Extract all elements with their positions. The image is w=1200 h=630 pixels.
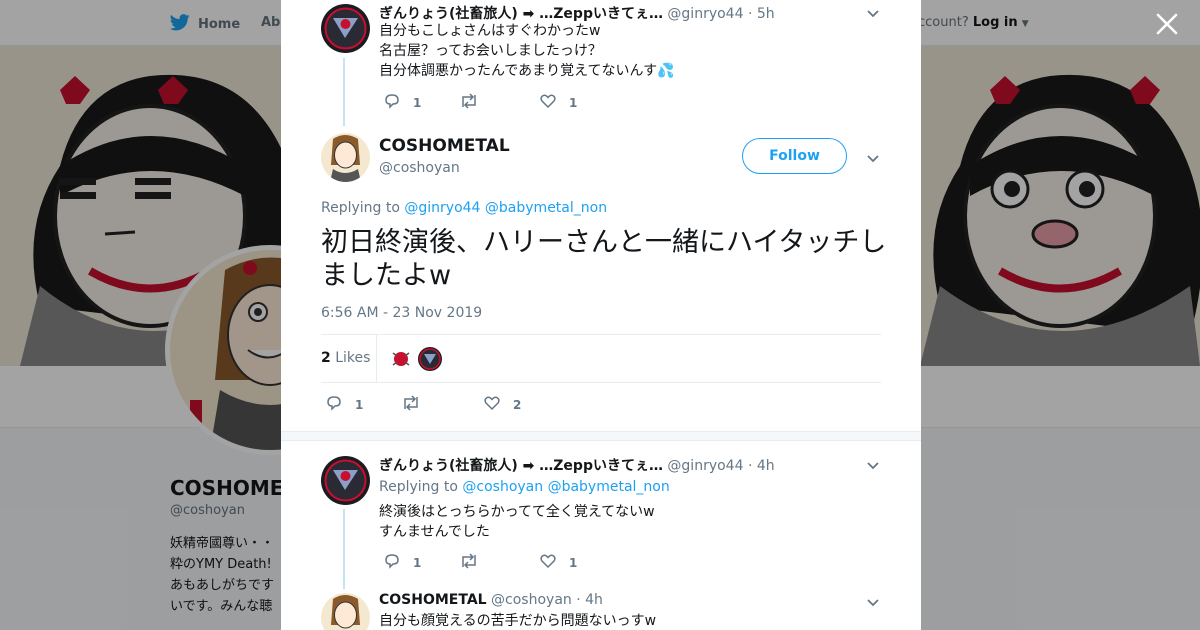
tweet-text: 自分もこしょさんはすぐわかったw 名古屋？ってお会いしましたっけ？ 自分体調悪か… bbox=[379, 23, 675, 79]
author-name[interactable]: COSHOMETAL bbox=[379, 592, 487, 608]
tweet-header: COSHOMETAL @coshoyan · 4h bbox=[379, 592, 603, 608]
heart-icon bbox=[539, 552, 557, 573]
like-button[interactable]: 1 bbox=[539, 552, 577, 573]
heart-icon bbox=[539, 92, 557, 113]
section-divider bbox=[281, 431, 921, 441]
likes-count[interactable]: 2 Likes bbox=[321, 350, 370, 366]
reply-button[interactable]: 1 bbox=[383, 552, 421, 573]
author-name[interactable]: ぎんりょう(社畜旅人) ➡ …Zeppいきてぇ… bbox=[379, 458, 663, 474]
tweet-time[interactable]: · 5h bbox=[748, 6, 775, 22]
mention-link[interactable]: @ginryo44 bbox=[404, 200, 480, 216]
chevron-down-icon[interactable] bbox=[866, 594, 880, 608]
reply-icon bbox=[383, 92, 401, 113]
tweet-actions: 1 1 bbox=[379, 552, 639, 572]
divider bbox=[376, 335, 377, 383]
avatar[interactable] bbox=[321, 4, 370, 53]
replying-to: Replying to @ginryo44 @babymetal_non bbox=[321, 200, 608, 216]
retweet-icon bbox=[401, 394, 421, 415]
chevron-down-icon[interactable] bbox=[866, 5, 880, 19]
mention-link[interactable]: @coshoyan bbox=[462, 479, 543, 495]
retweet-button[interactable] bbox=[459, 92, 491, 113]
tweet-text: 自分も顔覚えるの苦手だから問題ないっすw bbox=[379, 613, 657, 629]
tweet-text: 終演後はとっちらかってて全く覚えてないw すんませんでした bbox=[379, 504, 655, 540]
reply-icon bbox=[383, 552, 401, 573]
tweet-header: ぎんりょう(社畜旅人) ➡ …Zeppいきてぇ… @ginryo44 · 5h bbox=[379, 3, 775, 23]
author-name[interactable]: COSHOMETAL bbox=[379, 136, 510, 156]
author-handle[interactable]: @coshoyan bbox=[379, 160, 460, 176]
retweet-button[interactable] bbox=[401, 394, 433, 415]
author-name[interactable]: ぎんりょう(社畜旅人) ➡ …Zeppいきてぇ… bbox=[379, 6, 663, 22]
tweet-modal: ぎんりょう(社畜旅人) ➡ …Zeppいきてぇ… @ginryo44 · 5h … bbox=[281, 0, 921, 630]
author-handle[interactable]: @ginryo44 bbox=[667, 458, 743, 474]
avatar[interactable] bbox=[321, 133, 370, 182]
mention-link[interactable]: @babymetal_non bbox=[485, 200, 607, 216]
tweet-timestamp[interactable]: 6:56 AM - 23 Nov 2019 bbox=[321, 305, 482, 321]
tweet-time[interactable]: · 4h bbox=[748, 458, 775, 474]
avatar[interactable] bbox=[321, 456, 370, 505]
tweet-actions: 1 2 bbox=[321, 394, 581, 414]
thread-line bbox=[343, 509, 345, 589]
reply-icon bbox=[325, 394, 343, 415]
replying-to: Replying to @coshoyan @babymetal_non bbox=[379, 479, 670, 495]
like-button[interactable]: 1 bbox=[539, 92, 577, 113]
tweet-stats: 2 Likes bbox=[321, 334, 881, 383]
chevron-down-icon[interactable] bbox=[866, 150, 880, 164]
follow-button[interactable]: Follow bbox=[742, 138, 847, 174]
chevron-down-icon[interactable] bbox=[866, 457, 880, 471]
liker-avatar[interactable] bbox=[389, 347, 413, 371]
tweet-actions: 1 1 bbox=[379, 92, 639, 112]
mention-link[interactable]: @babymetal_non bbox=[548, 479, 670, 495]
reply-button[interactable]: 1 bbox=[325, 394, 363, 415]
retweet-icon bbox=[459, 92, 479, 113]
liker-avatar[interactable] bbox=[418, 347, 442, 371]
tweet-time[interactable]: · 4h bbox=[576, 592, 603, 608]
author-handle[interactable]: @ginryo44 bbox=[667, 6, 743, 22]
author-handle[interactable]: @coshoyan bbox=[491, 592, 572, 608]
reply-button[interactable]: 1 bbox=[383, 92, 421, 113]
retweet-icon bbox=[459, 552, 479, 573]
tweet-header: ぎんりょう(社畜旅人) ➡ …Zeppいきてぇ… @ginryo44 · 4h bbox=[379, 455, 775, 475]
avatar[interactable] bbox=[321, 593, 370, 630]
like-button[interactable]: 2 bbox=[483, 394, 521, 415]
tweet-text: 初日終演後、ハリーさんと一緒にハイタッチしましたよw bbox=[321, 227, 887, 291]
retweet-button[interactable] bbox=[459, 552, 491, 573]
close-icon[interactable] bbox=[1154, 11, 1180, 37]
heart-icon bbox=[483, 394, 501, 415]
thread-line bbox=[343, 58, 345, 126]
